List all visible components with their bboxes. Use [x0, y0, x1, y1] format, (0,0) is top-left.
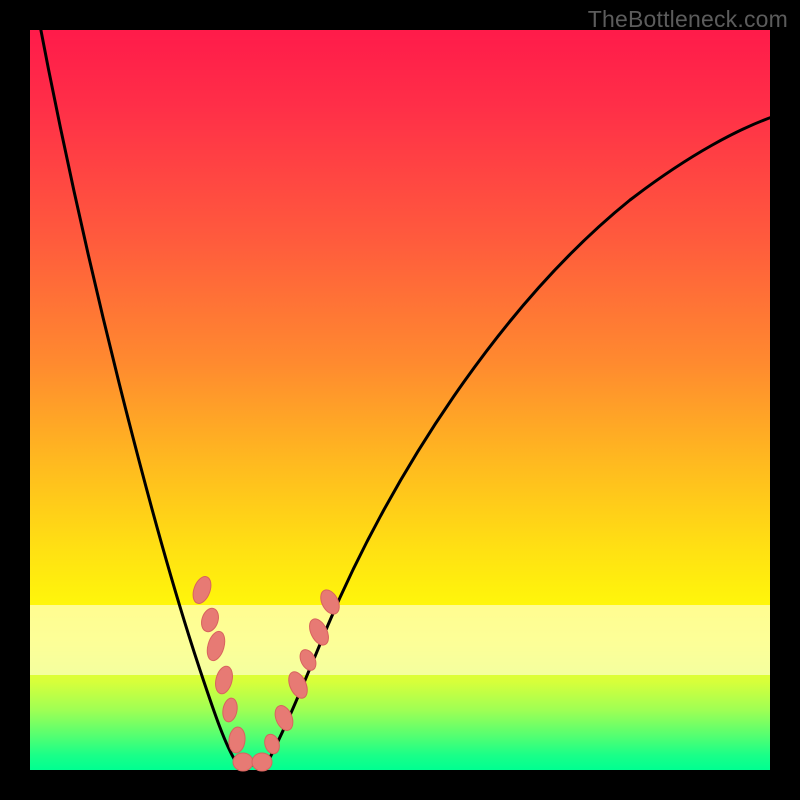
curve-marker — [199, 606, 222, 634]
curve-marker — [190, 574, 215, 606]
curve-marker — [262, 732, 281, 755]
chart-frame: TheBottleneck.com — [0, 0, 800, 800]
curve-marker — [252, 753, 272, 771]
curve-marker — [204, 629, 228, 662]
curve-marker — [228, 726, 247, 754]
curve-marker — [233, 753, 253, 771]
marker-group — [190, 574, 343, 771]
curve-marker — [213, 664, 235, 695]
plot-area — [30, 30, 770, 770]
curve-layer — [30, 30, 770, 770]
curve-marker — [221, 697, 239, 723]
bottleneck-curve — [37, 10, 775, 765]
watermark-text: TheBottleneck.com — [588, 6, 788, 33]
